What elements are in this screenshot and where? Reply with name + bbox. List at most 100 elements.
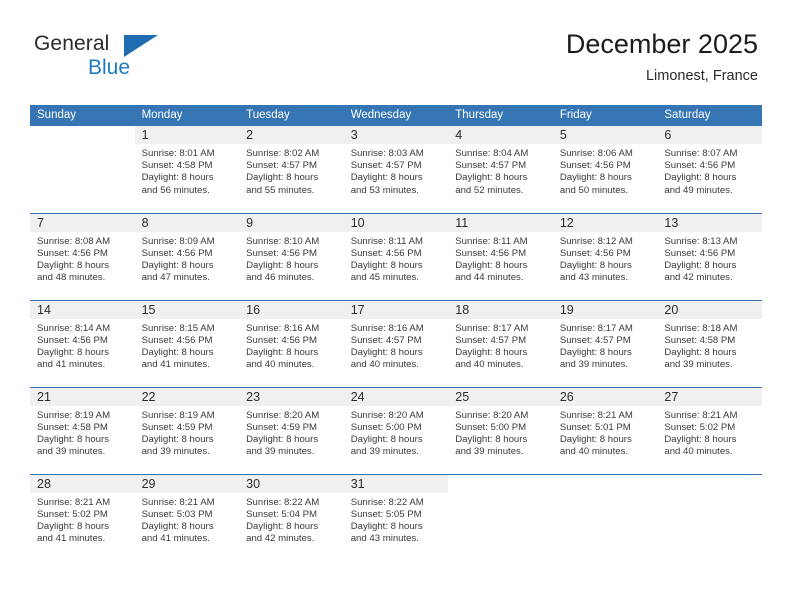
day-cell[interactable]: 16 Sunrise: 8:16 AM Sunset: 4:56 PM Dayligh… [239,300,344,387]
day-number [552,474,658,493]
sunset-text: Sunset: 4:56 PM [37,247,108,259]
sunrise-text: Sunrise: 8:22 AM [246,496,320,508]
day-cell[interactable]: 26 Sunrise: 8:21 AM Sunset: 5:01 PM Dayligh… [552,387,658,474]
calendar-cell: 13 Sunrise: 8:13 AM Sunset: 4:56 PM Dayligh… [657,212,762,300]
day-cell[interactable]: 21 Sunrise: 8:19 AM Sunset: 4:58 PM Dayligh… [30,387,135,474]
day-cell[interactable]: 10 Sunrise: 8:11 AM Sunset: 4:56 PM Dayligh… [343,213,449,300]
sunset-text: Sunset: 5:05 PM [350,508,422,520]
day-info: Sunrise: 8:16 AM Sunset: 4:57 PM Daylight:… [344,319,449,372]
daylight-text-line1: Daylight: 8 hours [350,433,423,445]
day-cell[interactable]: 9 Sunrise: 8:10 AM Sunset: 4:56 PM Daylight… [239,213,344,300]
day-cell[interactable]: 28 Sunrise: 8:21 AM Sunset: 5:02 PM Dayligh… [30,474,135,562]
daylight-text-line2: and 41 minutes. [141,533,210,545]
calendar-cell: 4 Sunrise: 8:04 AM Sunset: 4:57 PM Daylight… [448,126,553,213]
calendar-cell: 5 Sunrise: 8:06 AM Sunset: 4:56 PM Daylight… [552,126,658,213]
day-cell[interactable]: 8 Sunrise: 8:09 AM Sunset: 4:56 PM Daylight… [134,213,240,300]
sunrise-text: Sunrise: 8:04 AM [455,148,529,159]
day-cell[interactable]: 15 Sunrise: 8:15 AM Sunset: 4:56 PM Dayligh… [134,300,240,387]
day-cell[interactable]: 25 Sunrise: 8:20 AM Sunset: 5:00 PM Dayligh… [448,387,553,474]
calendar-cell: 16 Sunrise: 8:16 AM Sunset: 4:56 PM Dayligh… [239,299,344,387]
day-number: 28 [30,474,135,493]
sunset-text: Sunset: 5:02 PM [37,508,108,520]
sunset-text: Sunset: 4:56 PM [141,247,213,259]
day-cell[interactable]: 2 Sunrise: 8:02 AM Sunset: 4:57 PM Daylight… [239,126,344,213]
day-cell[interactable]: 4 Sunrise: 8:04 AM Sunset: 4:57 PM Daylight… [448,126,553,213]
day-cell[interactable]: 31 Sunrise: 8:22 AM Sunset: 5:05 PM Dayligh… [343,474,449,562]
day-number: 31 [343,474,449,493]
day-info: Sunrise: 8:10 AM Sunset: 4:56 PM Daylight:… [239,232,344,285]
daylight-text-line2: and 39 minutes. [350,446,419,458]
calendar-cell: 30 Sunrise: 8:22 AM Sunset: 5:04 PM Dayligh… [239,473,344,562]
day-number: 12 [552,213,658,232]
day-cell[interactable]: 11 Sunrise: 8:11 AM Sunset: 4:56 PM Dayligh… [448,213,553,300]
day-cell[interactable]: 19 Sunrise: 8:17 AM Sunset: 4:57 PM Dayligh… [552,300,658,387]
day-number: 16 [239,300,344,319]
day-info: Sunrise: 8:16 AM Sunset: 4:56 PM Daylight:… [239,319,344,372]
day-number: 23 [239,387,344,406]
day-cell[interactable]: 29 Sunrise: 8:21 AM Sunset: 5:03 PM Dayligh… [134,474,240,562]
calendar-week-row: 28 Sunrise: 8:21 AM Sunset: 5:02 PM Dayligh… [30,473,762,562]
general-blue-logo[interactable]: General Blue [34,32,244,94]
daylight-text-line2: and 49 minutes. [664,184,733,196]
sunset-text: Sunset: 5:02 PM [664,421,736,433]
daylight-text-line2: and 39 minutes. [559,359,629,371]
day-cell[interactable]: 24 Sunrise: 8:20 AM Sunset: 5:00 PM Dayligh… [343,387,449,474]
daylight-text-line2: and 43 minutes. [559,272,629,284]
day-header-thursday: Thursday [448,105,553,126]
calendar-cell [552,473,658,561]
sunset-text: Sunset: 4:56 PM [246,334,318,346]
day-info: Sunrise: 8:04 AM Sunset: 4:57 PM Daylight:… [448,144,553,197]
day-number: 3 [343,126,449,144]
daylight-text-line2: and 39 minutes. [141,446,210,458]
calendar-cell: 6 Sunrise: 8:07 AM Sunset: 4:56 PM Daylight… [657,126,762,213]
daylight-text-line1: Daylight: 8 hours [559,172,632,184]
sunrise-text: Sunrise: 8:16 AM [246,322,320,334]
day-cell[interactable]: 6 Sunrise: 8:07 AM Sunset: 4:56 PM Daylight… [657,126,762,213]
day-info: Sunrise: 8:09 AM Sunset: 4:56 PM Daylight:… [135,232,240,285]
sunset-text: Sunset: 4:57 PM [559,334,631,346]
title-block: December 2025 Limonest, France [566,28,758,85]
calendar-cell [448,473,553,561]
day-info: Sunrise: 8:21 AM Sunset: 5:03 PM Daylight:… [135,493,240,546]
daylight-text-line2: and 40 minutes. [246,359,315,371]
day-of-week-header-row: Sunday Monday Tuesday Wednesday Thursday… [30,105,762,126]
day-cell[interactable]: 1 Sunrise: 8:01 AM Sunset: 4:58 PM Daylight… [134,126,240,213]
sunrise-text: Sunrise: 8:14 AM [37,322,111,334]
day-cell[interactable]: 7 Sunrise: 8:08 AM Sunset: 4:56 PM Daylight… [30,213,135,300]
day-cell[interactable]: 5 Sunrise: 8:06 AM Sunset: 4:56 PM Daylight… [552,126,658,213]
daylight-text-line1: Daylight: 8 hours [455,433,528,445]
calendar-cell: 31 Sunrise: 8:22 AM Sunset: 5:05 PM Dayligh… [343,473,449,562]
day-cell[interactable]: 3 Sunrise: 8:03 AM Sunset: 4:57 PM Daylight… [343,126,449,213]
day-cell[interactable]: 18 Sunrise: 8:17 AM Sunset: 4:57 PM Dayligh… [448,300,553,387]
day-cell[interactable]: 17 Sunrise: 8:16 AM Sunset: 4:57 PM Dayligh… [343,300,449,387]
sunrise-text: Sunrise: 8:11 AM [455,235,528,247]
calendar-cell: 25 Sunrise: 8:20 AM Sunset: 5:00 PM Dayligh… [448,386,553,474]
sunset-text: Sunset: 5:04 PM [246,508,318,520]
sunrise-text: Sunrise: 8:19 AM [141,409,215,421]
day-number: 29 [134,474,240,493]
day-number: 7 [30,213,135,232]
day-cell[interactable]: 14 Sunrise: 8:14 AM Sunset: 4:56 PM Dayligh… [30,300,135,387]
day-info: Sunrise: 8:02 AM Sunset: 4:57 PM Daylight:… [239,144,344,197]
sunrise-text: Sunrise: 8:21 AM [37,496,111,508]
day-cell[interactable]: 12 Sunrise: 8:12 AM Sunset: 4:56 PM Dayligh… [552,213,658,300]
day-info: Sunrise: 8:19 AM Sunset: 4:58 PM Daylight:… [30,406,135,459]
sunrise-text: Sunrise: 8:13 AM [664,235,738,247]
sunset-text: Sunset: 4:59 PM [246,421,318,433]
calendar-cell: 21 Sunrise: 8:19 AM Sunset: 4:58 PM Dayligh… [30,386,135,474]
day-cell[interactable]: 30 Sunrise: 8:22 AM Sunset: 5:04 PM Dayligh… [239,474,344,562]
day-cell[interactable]: 27 Sunrise: 8:21 AM Sunset: 5:02 PM Dayligh… [657,387,762,474]
day-number: 9 [239,213,344,232]
day-info: Sunrise: 8:11 AM Sunset: 4:56 PM Daylight:… [344,232,449,285]
sunrise-text: Sunrise: 8:07 AM [664,148,738,159]
calendar-cell: 26 Sunrise: 8:21 AM Sunset: 5:01 PM Dayligh… [552,386,658,474]
daylight-text-line1: Daylight: 8 hours [141,520,214,532]
day-cell[interactable]: 23 Sunrise: 8:20 AM Sunset: 4:59 PM Dayligh… [239,387,344,474]
daylight-text-line2: and 39 minutes. [37,446,106,458]
day-cell[interactable]: 22 Sunrise: 8:19 AM Sunset: 4:59 PM Dayligh… [134,387,240,474]
day-number: 20 [657,300,762,319]
daylight-text-line1: Daylight: 8 hours [246,259,319,271]
day-cell[interactable]: 20 Sunrise: 8:18 AM Sunset: 4:58 PM Dayligh… [657,300,762,387]
daylight-text-line2: and 46 minutes. [246,272,315,284]
day-cell[interactable]: 13 Sunrise: 8:13 AM Sunset: 4:56 PM Dayligh… [657,213,762,300]
